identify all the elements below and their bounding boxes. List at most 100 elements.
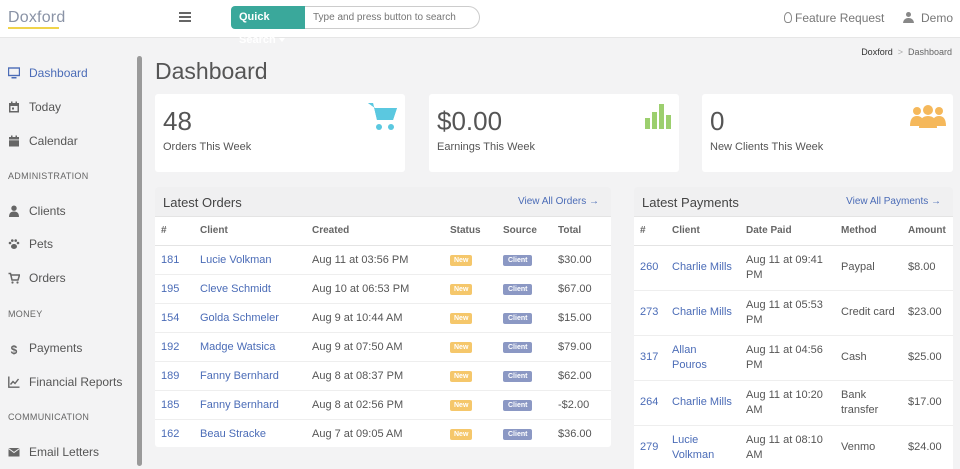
breadcrumb-root[interactable]: Doxford (861, 47, 893, 57)
menu-toggle-icon[interactable] (179, 12, 191, 22)
client-link[interactable]: Charlie Mills (672, 261, 732, 273)
order-created: Aug 8 at 08:37 PM (306, 361, 444, 391)
order-id-link[interactable]: 185 (161, 399, 179, 411)
client-link[interactable]: Charlie Mills (672, 396, 732, 408)
status-badge: New (450, 371, 473, 382)
sidebar-item-orders[interactable]: Orders (8, 269, 66, 287)
column-header: Total (552, 217, 611, 246)
payment-id-link[interactable]: 279 (640, 441, 658, 453)
status-badge: New (450, 429, 473, 440)
source-badge: Client (503, 371, 533, 382)
status-badge: New (450, 284, 473, 295)
order-id-link[interactable]: 192 (161, 341, 179, 353)
order-total: $30.00 (552, 245, 611, 275)
payment-date: Aug 11 at 05:53 PM (740, 290, 835, 336)
source-badge: Client (503, 284, 533, 295)
top-bar: Doxford Quick Search Feature Request Dem… (0, 0, 960, 46)
arrow-right-icon: → (931, 196, 941, 207)
order-total: -$2.00 (552, 390, 611, 420)
client-link[interactable]: Lucie Volkman (200, 254, 272, 266)
quick-search-label: Quick Search (239, 11, 276, 46)
status-badge: New (450, 342, 473, 353)
feature-request-label: Feature Request (795, 11, 885, 25)
column-header: Method (835, 217, 902, 246)
client-link[interactable]: Beau Stracke (200, 428, 266, 440)
client-link[interactable]: Madge Watsica (200, 341, 275, 353)
quick-search-button[interactable]: Quick Search (231, 6, 306, 46)
panel-header: Latest Orders View All Orders → (155, 187, 611, 217)
user-menu[interactable]: Demo (903, 11, 953, 25)
order-id-link[interactable]: 162 (161, 428, 179, 440)
client-link[interactable]: Lucie Volkman (672, 434, 714, 461)
client-link[interactable]: Golda Schmeler (200, 312, 279, 324)
breadcrumb-current: Dashboard (907, 47, 952, 57)
payment-id-link[interactable]: 260 (640, 261, 658, 273)
sidebar-item-dashboard[interactable]: Dashboard (8, 64, 88, 82)
order-created: Aug 7 at 09:05 AM (306, 419, 444, 447)
sidebar-item-calendar[interactable]: Calendar (8, 132, 78, 150)
panel-header: Latest Payments View All Payments → (634, 187, 953, 217)
sidebar-section-money: MONEY (8, 309, 43, 319)
table-row: 185 Fanny Bernhard Aug 8 at 02:56 PM New Cli… (155, 390, 611, 420)
order-id-link[interactable]: 181 (161, 254, 179, 266)
order-id-link[interactable]: 189 (161, 370, 179, 382)
payment-amount: $8.00 (902, 245, 953, 291)
source-badge: Client (503, 255, 533, 266)
stat-card-new-clients: 0 New Clients This Week (702, 94, 953, 172)
table-row: 192 Madge Watsica Aug 9 at 07:50 AM New Clie… (155, 332, 611, 362)
table-row: 189 Fanny Bernhard Aug 8 at 08:37 PM New Cli… (155, 361, 611, 391)
order-created: Aug 9 at 10:44 AM (306, 303, 444, 333)
payment-id-link[interactable]: 264 (640, 396, 658, 408)
table-header-row: # Client Date Paid Method Amount (634, 217, 953, 246)
column-header: Client (666, 217, 740, 246)
client-link[interactable]: Cleve Schmidt (200, 283, 271, 295)
sidebar-item-label: Dashboard (29, 66, 88, 80)
order-id-link[interactable]: 195 (161, 283, 179, 295)
sidebar-section-administration: ADMINISTRATION (8, 171, 89, 181)
stat-value: $0.00 (437, 106, 503, 136)
table-row: 260 Charlie Mills Aug 11 at 09:41 PM Paypal… (634, 245, 953, 291)
sidebar-scrollbar[interactable] (137, 56, 142, 466)
column-header: # (155, 217, 194, 246)
dollar-icon: $ (10, 343, 18, 357)
column-header: Created (306, 217, 444, 246)
client-link[interactable]: Charlie Mills (672, 306, 732, 318)
source-badge: Client (503, 313, 533, 324)
client-link[interactable]: Allan Pouros (672, 344, 707, 371)
client-link[interactable]: Fanny Bernhard (200, 370, 279, 382)
status-badge: New (450, 255, 473, 266)
sidebar-item-label: Today (29, 100, 62, 114)
envelope-icon (8, 448, 20, 457)
sidebar-item-label: Calendar (29, 134, 78, 148)
orders-table: # Client Created Status Source Total 181… (155, 217, 611, 447)
app-logo[interactable]: Doxford (8, 9, 65, 27)
order-created: Aug 9 at 07:50 AM (306, 332, 444, 362)
sidebar-item-payments[interactable]: $ Payments (8, 339, 83, 357)
panel-title: Latest Payments (642, 195, 739, 210)
table-header-row: # Client Created Status Source Total (155, 217, 611, 246)
payment-method: Cash (835, 335, 902, 381)
search-input[interactable] (305, 6, 480, 29)
view-all-payments-link[interactable]: View All Payments → (846, 196, 941, 207)
feature-request-link[interactable]: Feature Request (784, 11, 884, 25)
payment-id-link[interactable]: 317 (640, 351, 658, 363)
view-all-orders-label: View All Orders (518, 196, 587, 207)
sidebar-item-financial-reports[interactable]: Financial Reports (8, 373, 122, 391)
column-header: Status (444, 217, 497, 246)
sidebar-item-clients[interactable]: Clients (8, 202, 66, 220)
sidebar-item-email-letters[interactable]: Email Letters (8, 443, 99, 461)
client-link[interactable]: Fanny Bernhard (200, 399, 279, 411)
payment-id-link[interactable]: 273 (640, 306, 658, 318)
sidebar-item-label: Pets (29, 237, 54, 251)
sidebar-item-pets[interactable]: Pets (8, 235, 53, 253)
lightbulb-icon (784, 12, 792, 23)
latest-payments-panel: Latest Payments View All Payments → # Cl… (634, 187, 953, 469)
stat-value: 48 (163, 106, 192, 136)
order-created: Aug 11 at 03:56 PM (306, 245, 444, 275)
payment-method: Paypal (835, 245, 902, 291)
order-total: $36.00 (552, 419, 611, 447)
payment-amount: $17.00 (902, 380, 953, 426)
order-id-link[interactable]: 154 (161, 312, 179, 324)
view-all-orders-link[interactable]: View All Orders → (518, 196, 599, 207)
sidebar-item-today[interactable]: Today (8, 98, 61, 116)
